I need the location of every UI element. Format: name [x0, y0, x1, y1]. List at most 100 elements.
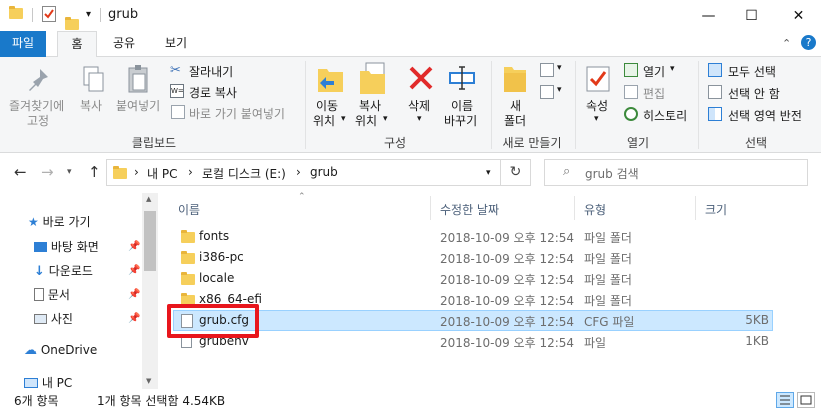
- chevron-right-icon[interactable]: ›: [296, 165, 301, 179]
- forward-icon[interactable]: →: [41, 163, 54, 181]
- ribbon: 즐겨찾기에 고정 복사 붙여넣기 ✂ 잘라내기 W= 경로 복사 바로 가기 붙…: [0, 57, 821, 153]
- up-icon[interactable]: ↑: [88, 163, 101, 181]
- copy-to-label-2: 위치: [355, 114, 378, 128]
- divider[interactable]: [695, 196, 696, 220]
- easy-access-icon[interactable]: [540, 85, 554, 99]
- close-button[interactable]: ✕: [776, 0, 821, 31]
- folder-icon: [181, 251, 195, 264]
- status-item-count: 6개 항목: [14, 394, 59, 408]
- large-icons-view-icon: [800, 395, 812, 405]
- open-group-label: 열기: [626, 136, 650, 150]
- refresh-button[interactable]: ↻: [501, 159, 531, 186]
- column-size[interactable]: 크기: [705, 201, 727, 218]
- details-view-button[interactable]: [776, 392, 794, 408]
- pin-icon[interactable]: 📌: [128, 265, 140, 276]
- copy-button[interactable]: 복사: [80, 97, 102, 114]
- column-date[interactable]: 수정한 날짜: [440, 201, 499, 218]
- scroll-thumb[interactable]: [144, 211, 156, 271]
- recent-locations-icon[interactable]: ▾: [67, 167, 72, 177]
- large-icons-view-button[interactable]: [797, 392, 815, 408]
- open-button[interactable]: 열기: [643, 63, 665, 80]
- select-all-button[interactable]: 모두 선택: [728, 63, 776, 80]
- tab-home[interactable]: 홈: [57, 31, 97, 58]
- move-to-icon: [316, 63, 346, 98]
- file-row[interactable]: grubenv 2018-10-09 오후 12:54 파일 1KB: [173, 331, 773, 352]
- paste-shortcut-icon: [171, 105, 185, 119]
- nav-desktop[interactable]: 바탕 화면: [34, 238, 99, 260]
- select-all-icon: [708, 63, 722, 77]
- file-row[interactable]: i386-pc 2018-10-09 오후 12:54 파일 폴더: [173, 247, 773, 268]
- maximize-button[interactable]: ☐: [729, 0, 774, 31]
- chevron-down-icon[interactable]: ▾: [86, 9, 91, 20]
- cut-button[interactable]: 잘라내기: [189, 63, 233, 80]
- pin-icon[interactable]: 📌: [128, 289, 140, 300]
- new-folder-icon[interactable]: [65, 17, 79, 30]
- file-row-selected[interactable]: grub.cfg 2018-10-09 오후 12:54 CFG 파일 5KB: [173, 310, 773, 331]
- divider[interactable]: [430, 196, 431, 220]
- invert-selection-button[interactable]: 선택 영역 반전: [728, 107, 802, 124]
- file-row[interactable]: locale 2018-10-09 오후 12:54 파일 폴더: [173, 268, 773, 289]
- chevron-up-icon[interactable]: ⌃: [782, 37, 791, 50]
- minimize-button[interactable]: —: [686, 0, 731, 31]
- tab-file[interactable]: 파일: [0, 31, 46, 57]
- file-size: 5KB: [745, 313, 769, 327]
- paste-icon: [126, 64, 152, 99]
- tab-share[interactable]: 공유: [104, 31, 144, 57]
- file-date: 2018-10-09 오후 12:54: [440, 315, 575, 329]
- divider[interactable]: [574, 196, 575, 220]
- folder-icon: [113, 166, 127, 179]
- column-type[interactable]: 유형: [584, 201, 606, 218]
- breadcrumb-grub[interactable]: grub: [310, 165, 338, 179]
- nav-quick-access[interactable]: ★ 바로 가기: [28, 213, 91, 235]
- file-date: 2018-10-09 오후 12:54: [440, 336, 575, 350]
- new-item-icon[interactable]: [540, 63, 554, 77]
- file-date: 2018-10-09 오후 12:54: [440, 294, 575, 308]
- nav-pictures[interactable]: 사진: [34, 310, 73, 332]
- paste-shortcut-button[interactable]: 바로 가기 붙여넣기: [189, 105, 285, 122]
- chevron-right-icon[interactable]: ›: [134, 165, 139, 179]
- folder-icon: [181, 272, 195, 285]
- file-type: 파일 폴더: [584, 273, 632, 287]
- address-bar[interactable]: › 내 PC › 로컬 디스크 (E:) › grub ▾: [106, 159, 501, 186]
- divider: [491, 61, 492, 149]
- nav-documents[interactable]: 문서: [34, 286, 70, 308]
- file-name: i386-pc: [199, 250, 244, 264]
- select-group-label: 선택: [744, 136, 768, 150]
- move-to-label-2: 위치: [313, 114, 336, 128]
- status-selection: 1개 항목 선택함 4.54KB: [97, 394, 226, 408]
- refresh-icon: ↻: [509, 164, 522, 180]
- address-dropdown-icon[interactable]: ▾: [486, 168, 491, 178]
- file-name: fonts: [199, 229, 230, 243]
- nav-downloads[interactable]: ↓ 다운로드: [34, 262, 93, 284]
- properties-button[interactable]: 속성: [586, 97, 608, 114]
- copy-path-button[interactable]: 경로 복사: [189, 84, 237, 101]
- help-icon[interactable]: ?: [801, 35, 816, 50]
- breadcrumb-local-disk[interactable]: 로컬 디스크 (E:): [202, 165, 286, 182]
- nav-onedrive[interactable]: ☁ OneDrive: [24, 343, 97, 365]
- details-view-icon: [780, 395, 790, 405]
- properties-icon[interactable]: [42, 6, 56, 22]
- history-button[interactable]: 히스토리: [643, 107, 687, 124]
- pin-icon: [26, 65, 52, 98]
- divider: [32, 8, 33, 22]
- file-row[interactable]: fonts 2018-10-09 오후 12:54 파일 폴더: [173, 226, 773, 247]
- pin-icon[interactable]: 📌: [128, 241, 140, 252]
- tab-view[interactable]: 보기: [156, 31, 196, 57]
- select-none-button[interactable]: 선택 안 함: [728, 85, 780, 102]
- paste-button[interactable]: 붙여넣기: [116, 97, 160, 114]
- delete-button[interactable]: 삭제: [408, 97, 430, 114]
- pin-icon[interactable]: 📌: [128, 313, 140, 324]
- cloud-icon: ☁: [24, 343, 37, 358]
- back-icon[interactable]: ←: [14, 163, 27, 181]
- breadcrumb-this-pc[interactable]: 내 PC: [147, 165, 177, 182]
- chevron-right-icon[interactable]: ›: [188, 165, 193, 179]
- scroll-up-icon[interactable]: ▲: [146, 195, 151, 203]
- rename-icon: [448, 65, 478, 94]
- column-name[interactable]: 이름: [178, 201, 200, 218]
- invert-selection-icon: [708, 107, 722, 121]
- scroll-down-icon[interactable]: ▼: [146, 377, 151, 385]
- edit-button[interactable]: 편집: [643, 85, 665, 102]
- file-row[interactable]: x86_64-efi 2018-10-09 오후 12:54 파일 폴더: [173, 289, 773, 310]
- search-input[interactable]: ⌕ grub 검색: [544, 159, 808, 186]
- file-size: 1KB: [745, 334, 769, 348]
